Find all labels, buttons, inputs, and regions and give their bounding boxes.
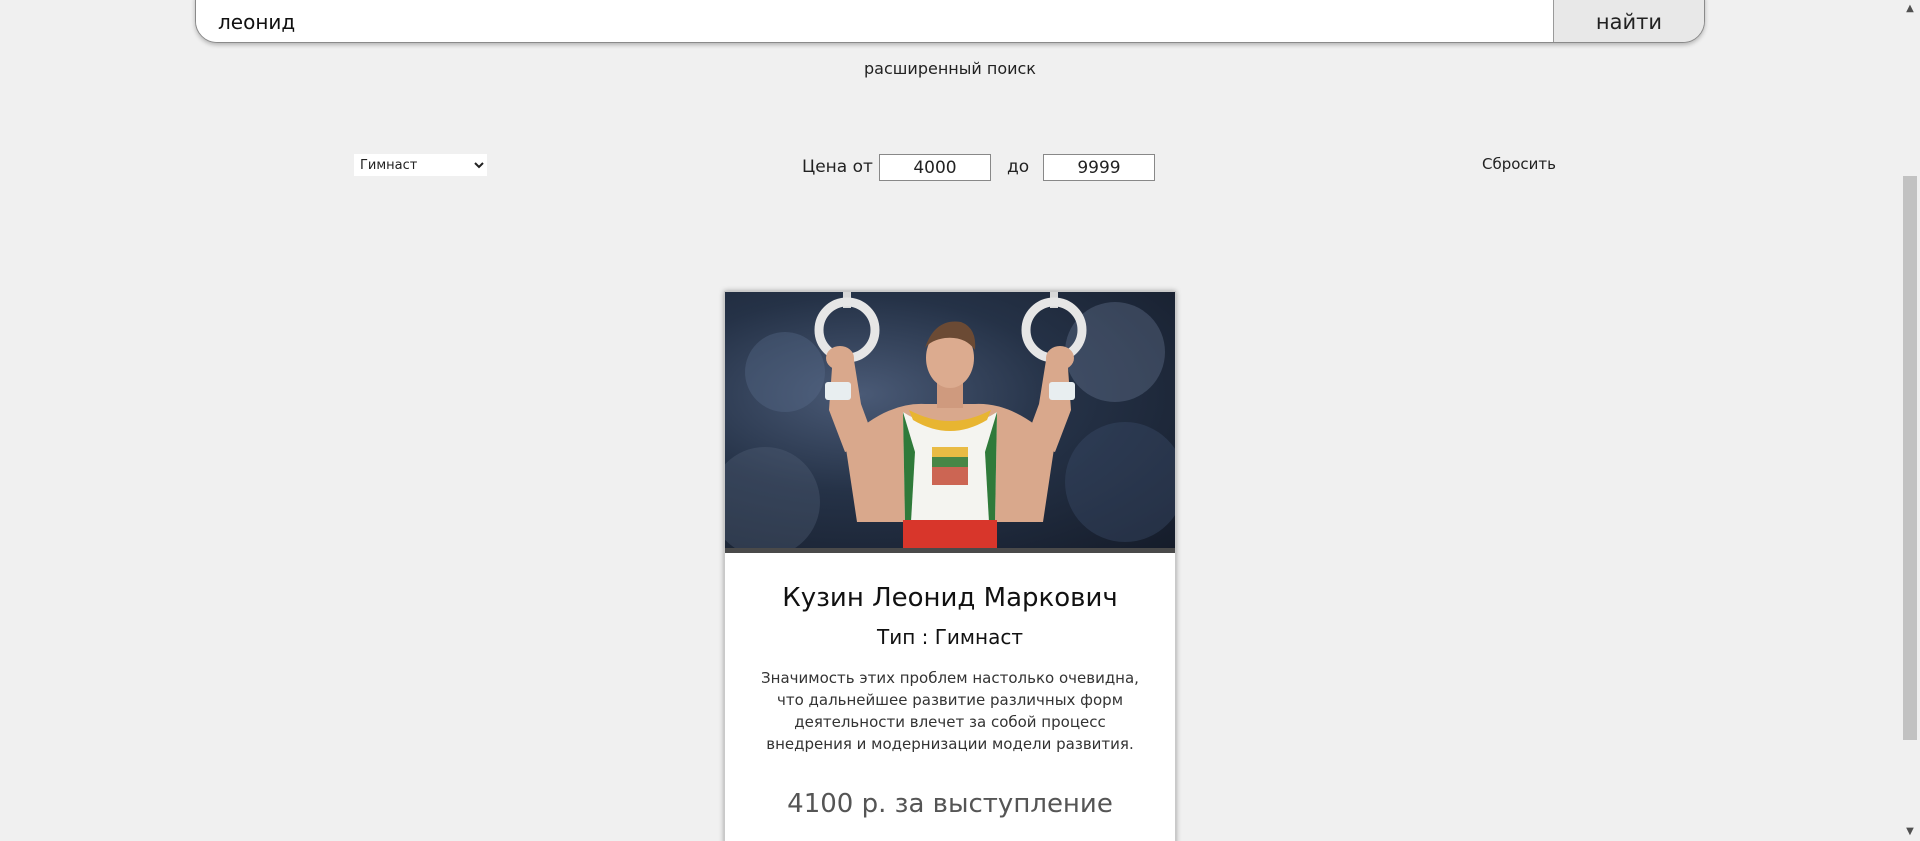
performer-name: Кузин Леонид Маркович xyxy=(782,583,1118,613)
price-to-label: до xyxy=(1007,157,1030,177)
scroll-down-icon[interactable]: ▼ xyxy=(1900,823,1920,841)
search-bar: найти xyxy=(195,0,1705,43)
vertical-scrollbar[interactable]: ▲ ▼ xyxy=(1900,0,1920,841)
reset-filters-link[interactable]: Сбросить xyxy=(1482,155,1556,173)
performer-card[interactable]: Кузин Леонид Маркович Тип : Гимнаст Знач… xyxy=(724,291,1176,841)
performer-price: 4100 р. за выступление xyxy=(787,789,1113,819)
performer-photo xyxy=(725,292,1175,548)
price-to-input[interactable] xyxy=(1043,154,1155,181)
gymnast-illustration xyxy=(725,292,1175,548)
type-select[interactable]: Гимнаст xyxy=(354,154,487,176)
page: найти расширенный поиск Гимнаст Цена от … xyxy=(0,0,1920,841)
price-from-label: Цена от xyxy=(802,157,873,177)
performer-description: Значимость этих проблем настолько очевид… xyxy=(761,669,1139,753)
price-from-input[interactable] xyxy=(879,154,991,181)
performer-type: Тип : Гимнаст xyxy=(876,625,1023,649)
scroll-up-icon[interactable]: ▲ xyxy=(1900,0,1920,18)
card-divider xyxy=(725,548,1175,553)
search-button[interactable]: найти xyxy=(1553,0,1704,42)
scroll-thumb[interactable] xyxy=(1903,176,1917,740)
search-input[interactable] xyxy=(196,0,1553,42)
advanced-search-link[interactable]: расширенный поиск xyxy=(0,59,1900,78)
